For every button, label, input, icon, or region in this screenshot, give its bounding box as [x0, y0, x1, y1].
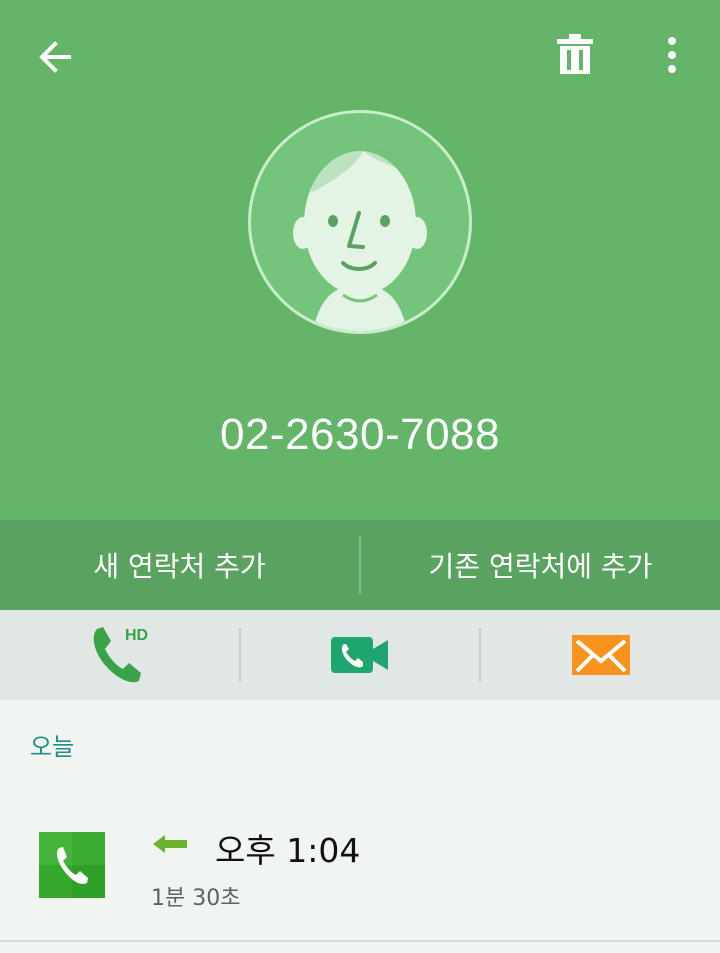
delete-button[interactable]	[542, 22, 608, 88]
hd-badge: HD	[125, 627, 148, 644]
communication-bar: HD	[0, 610, 720, 700]
call-log-row[interactable]: 오후 1:04 1분 30초	[0, 800, 720, 940]
add-to-existing-contact-button[interactable]: 기존 연락처에 추가	[361, 520, 720, 610]
video-call-button[interactable]	[241, 610, 480, 700]
arrow-left-icon	[39, 41, 71, 73]
contact-header: 02-2630-7088	[0, 0, 720, 520]
log-date-label: 오늘	[30, 733, 75, 761]
trash-icon	[557, 34, 593, 74]
call-duration: 1분 30초	[151, 886, 241, 911]
phone-number: 02-2630-7088	[219, 410, 500, 459]
phone-hd-icon: HD	[94, 627, 148, 683]
message-envelope-icon	[571, 635, 630, 675]
voice-call-button[interactable]: HD	[0, 610, 239, 700]
add-new-contact-button[interactable]: 새 연락처 추가	[0, 520, 359, 610]
add-contact-bar: 새 연락처 추가 기존 연락처에 추가	[0, 520, 720, 610]
default-person-icon	[293, 147, 427, 331]
back-button[interactable]	[22, 24, 88, 90]
video-call-icon	[331, 637, 388, 673]
message-button[interactable]	[481, 610, 720, 700]
contact-avatar[interactable]	[248, 110, 472, 334]
more-options-button[interactable]	[646, 22, 698, 88]
row-divider	[0, 940, 720, 942]
call-time: 오후 1:04	[215, 831, 361, 870]
incoming-arrow-icon	[153, 835, 187, 853]
more-vertical-icon	[668, 37, 676, 73]
voice-call-log-icon	[39, 832, 105, 898]
